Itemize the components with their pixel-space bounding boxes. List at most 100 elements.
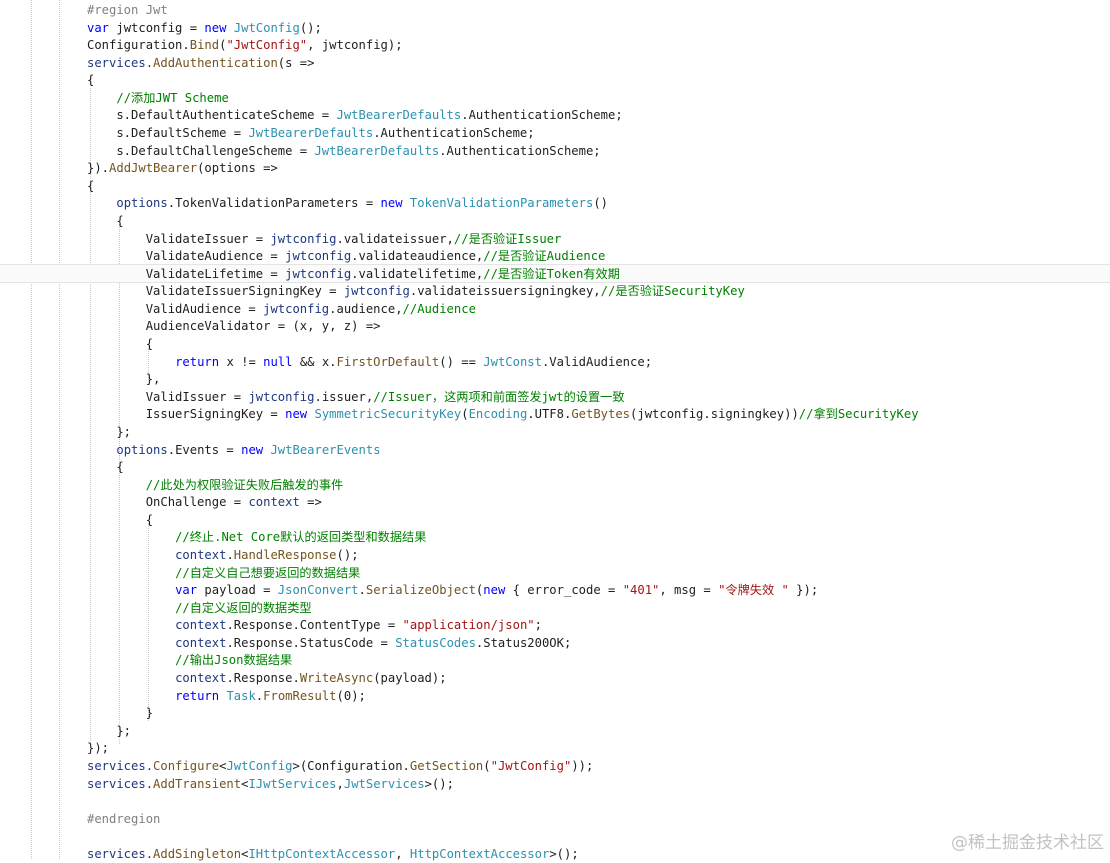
code-token: IssuerSigningKey = (87, 407, 286, 422)
code-token: .AuthenticationScheme; (373, 126, 535, 141)
code-line[interactable]: }); (87, 740, 109, 758)
code-line[interactable]: options.Events = new JwtBearerEvents (87, 442, 380, 460)
code-token: Bind (189, 38, 220, 53)
code-token: context (175, 547, 227, 562)
code-token: ( (461, 407, 469, 422)
code-line[interactable]: //自定义返回的数据类型 (87, 600, 312, 618)
code-token: //自定义返回的数据类型 (175, 600, 312, 615)
code-token: Configure (153, 758, 220, 773)
code-line[interactable]: { (87, 213, 123, 231)
code-token: payload = (204, 583, 278, 598)
code-token: .validatelifetime, (351, 266, 484, 281)
code-line[interactable]: { (87, 512, 153, 530)
code-line[interactable]: Configuration.Bind("JwtConfig", jwtconfi… (87, 37, 403, 55)
code-line[interactable]: ValidateAudience = jwtconfig.validateaud… (87, 248, 606, 266)
code-token: #region Jwt (87, 3, 168, 17)
code-token: .TokenValidationParameters = (167, 196, 381, 211)
code-line[interactable]: //终止.Net Core默认的返回类型和数据结果 (87, 529, 426, 547)
code-token: new (204, 20, 234, 35)
code-token: "JwtConfig" (490, 758, 572, 773)
code-line[interactable]: ValidAudience = jwtconfig.audience,//Aud… (87, 301, 476, 319)
code-token: Encoding (468, 407, 528, 422)
watermark: @稀土掘金技术社区 (951, 833, 1104, 853)
code-token: jwtconfig (285, 249, 352, 264)
code-line[interactable]: s.DefaultChallengeScheme = JwtBearerDefa… (87, 143, 601, 161)
code-line[interactable]: var payload = JsonConvert.SerializeObjec… (87, 582, 818, 600)
code-line[interactable]: context.HandleResponse(); (87, 547, 358, 565)
code-line[interactable]: #region Jwt (87, 2, 168, 20)
code-token: FirstOrDefault (336, 354, 440, 369)
code-token: jwtconfig (116, 20, 183, 35)
indent-guide (31, 0, 32, 859)
code-line[interactable]: { (87, 72, 94, 90)
code-token: { (87, 178, 95, 193)
code-token: }); (788, 583, 819, 598)
code-token: .audience, (329, 301, 403, 316)
code-token: GetSection (409, 758, 484, 773)
code-line[interactable]: s.DefaultScheme = JwtBearerDefaults.Auth… (87, 125, 535, 143)
code-line[interactable]: context.Response.StatusCode = StatusCode… (87, 635, 571, 653)
code-line[interactable]: services.Configure<JwtConfig>(Configurat… (87, 758, 593, 776)
code-token: )); (571, 758, 594, 773)
code-line[interactable]: OnChallenge = context => (87, 494, 322, 512)
code-line[interactable]: ValidateIssuer = jwtconfig.validateissue… (87, 231, 562, 249)
code-token: return (175, 688, 227, 703)
code-token: var (87, 20, 117, 35)
code-token: ValidateLifetime = (87, 266, 286, 281)
code-line[interactable]: { (87, 336, 153, 354)
code-line[interactable]: ValidateIssuerSigningKey = jwtconfig.val… (87, 283, 745, 301)
code-line[interactable]: services.AddTransient<IJwtServices,JwtSe… (87, 776, 454, 794)
code-token: .Response. (226, 671, 300, 686)
code-line[interactable]: }, (87, 371, 161, 389)
code-line[interactable]: context.Response.ContentType = "applicat… (87, 617, 542, 635)
code-token: options (116, 442, 168, 457)
code-token: . (358, 583, 366, 598)
code-token: (); (299, 20, 322, 35)
code-token: WriteAsync (299, 671, 374, 686)
code-token: ValidateIssuer = (87, 231, 271, 246)
code-line[interactable]: #endregion (87, 811, 160, 829)
code-token: OnChallenge = (87, 495, 249, 510)
code-token: () == (439, 354, 484, 369)
code-line[interactable]: services.AddSingleton<IHttpContextAccess… (87, 846, 579, 863)
code-line[interactable]: //添加JWT Scheme (87, 90, 228, 108)
code-token: AddAuthentication (153, 55, 278, 70)
code-line[interactable]: var jwtconfig = new JwtConfig(); (87, 20, 322, 38)
code-line[interactable]: }; (87, 723, 131, 741)
code-token: .AuthenticationScheme; (439, 143, 601, 158)
code-line[interactable]: options.TokenValidationParameters = new … (87, 195, 608, 213)
code-line[interactable]: }).AddJwtBearer(options => (87, 160, 278, 178)
code-line[interactable]: ValidateLifetime = jwtconfig.validatelif… (87, 266, 620, 284)
code-line[interactable]: s.DefaultAuthenticateScheme = JwtBearerD… (87, 107, 623, 125)
code-token: { error_code = (512, 583, 623, 598)
code-token: services. (87, 55, 154, 70)
code-line[interactable]: AudienceValidator = (x, y, z) => (87, 318, 381, 336)
code-line[interactable]: { (87, 459, 123, 477)
code-line[interactable]: services.AddAuthentication(s => (87, 55, 314, 73)
code-line[interactable]: ValidIssuer = jwtconfig.issuer,//Issuer，… (87, 389, 625, 407)
code-line[interactable]: //自定义自己想要返回的数据结果 (87, 565, 360, 583)
code-token: jwtconfig (248, 389, 315, 404)
code-token: .Response.ContentType = (226, 618, 403, 633)
code-editor[interactable]: #region Jwt var jwtconfig = new JwtConfig… (0, 0, 1110, 861)
code-line[interactable]: return x != null && x.FirstOrDefault() =… (87, 354, 652, 372)
code-line[interactable]: //此处为权限验证失败后触发的事件 (87, 477, 344, 495)
code-line[interactable]: } (87, 705, 153, 723)
code-line[interactable]: }; (87, 424, 131, 442)
code-token: , (336, 776, 344, 791)
code-line[interactable]: IssuerSigningKey = new SymmetricSecurity… (87, 406, 919, 424)
code-token: .AuthenticationScheme; (461, 108, 623, 123)
code-token: StatusCodes (395, 635, 476, 650)
code-line[interactable]: context.Response.WriteAsync(payload); (87, 670, 447, 688)
code-token: .UTF8. (527, 407, 572, 422)
code-token: }; (87, 424, 132, 439)
code-line[interactable]: { (87, 178, 94, 196)
code-line[interactable]: //输出Json数据结果 (87, 652, 292, 670)
code-line[interactable]: return Task.FromResult(0); (87, 688, 366, 706)
code-token: Task (226, 688, 256, 703)
